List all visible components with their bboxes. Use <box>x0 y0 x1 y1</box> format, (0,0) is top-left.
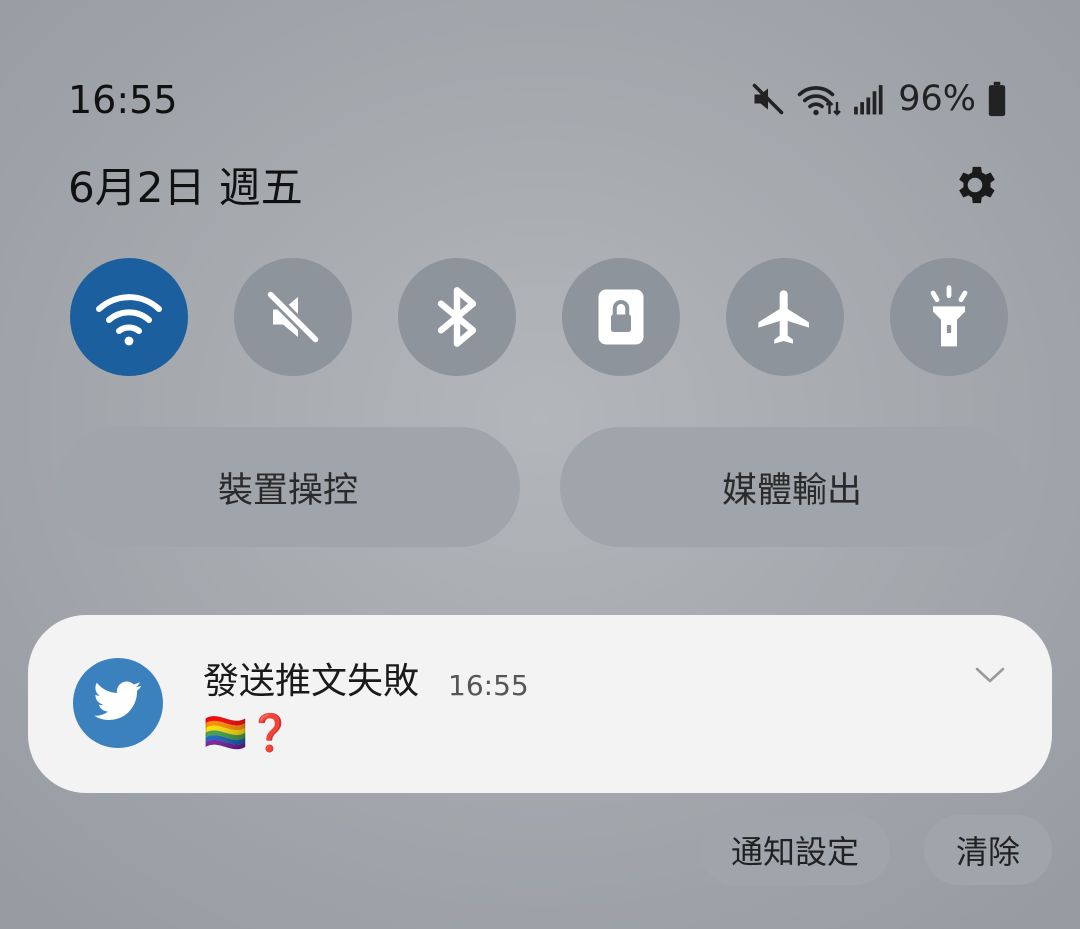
date-label: 6月2日 週五 <box>68 163 303 212</box>
toggle-airplane[interactable] <box>726 258 844 376</box>
mute-icon <box>750 81 786 117</box>
status-icons: 96% <box>750 76 1008 122</box>
device-control-button[interactable]: 裝置操控 <box>56 427 520 547</box>
notification-title: 發送推文失敗 <box>203 661 420 702</box>
media-output-button[interactable]: 媒體輸出 <box>560 427 1024 547</box>
airplane-icon <box>753 285 817 349</box>
wifi-icon <box>93 287 165 347</box>
signal-icon <box>852 82 884 116</box>
twitter-icon <box>94 681 142 725</box>
flashlight-icon <box>921 285 977 349</box>
notification-card[interactable] <box>28 615 1052 793</box>
notification-settings-button[interactable]: 通知設定 <box>700 815 890 885</box>
settings-button[interactable] <box>946 158 1004 216</box>
notification-body: 🏳️‍🌈❓ <box>203 713 293 754</box>
chevron-down-icon <box>974 665 1006 689</box>
toggle-flashlight[interactable] <box>890 258 1008 376</box>
expand-notification-button[interactable] <box>968 655 1012 699</box>
toggle-screen-lock[interactable] <box>562 258 680 376</box>
toggle-sound[interactable] <box>234 258 352 376</box>
battery-icon <box>986 81 1008 117</box>
gear-icon <box>950 160 1000 214</box>
battery-percent: 96% <box>898 79 976 119</box>
toggle-bluetooth[interactable] <box>398 258 516 376</box>
notification-time: 16:55 <box>448 669 529 702</box>
clear-button[interactable]: 清除 <box>924 815 1052 885</box>
twitter-app-icon <box>73 658 163 748</box>
bluetooth-icon <box>430 285 484 349</box>
toggle-wifi[interactable] <box>70 258 188 376</box>
mute-icon <box>263 287 323 347</box>
wifi-data-icon <box>796 81 842 117</box>
status-clock: 16:55 <box>68 78 178 122</box>
lock-icon <box>595 287 647 347</box>
